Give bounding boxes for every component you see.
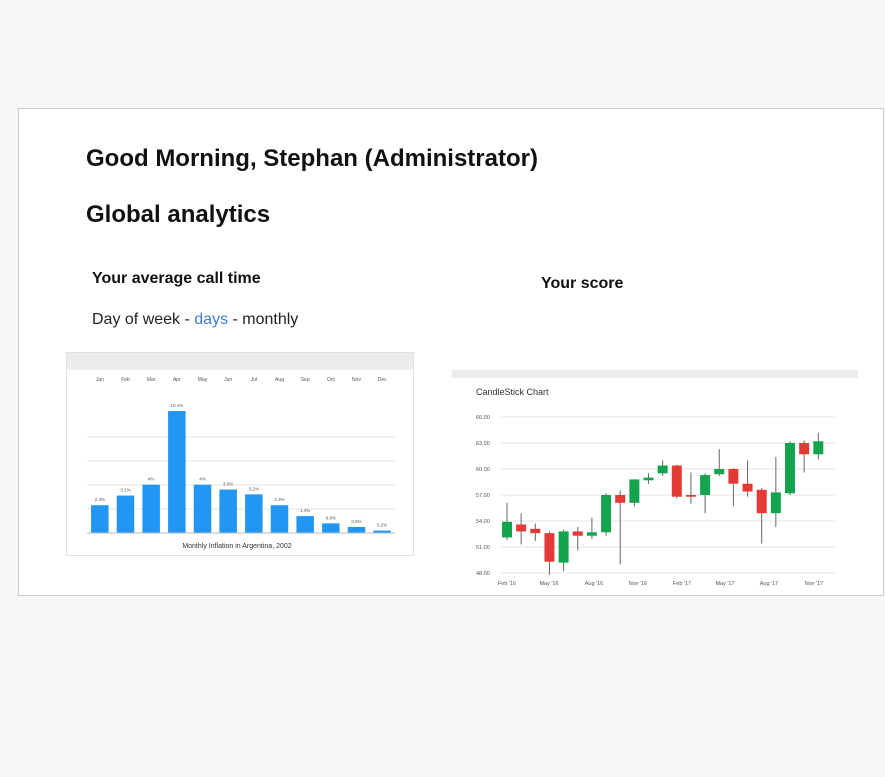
bar-category-label: Feb <box>121 377 130 383</box>
period-filters: Day of week - days - monthly <box>92 311 298 329</box>
candle-body <box>558 531 569 563</box>
greeting-heading: Good Morning, Stephan (Administrator) <box>86 145 538 172</box>
call-time-title: Your average call time <box>92 270 261 287</box>
candle-ytick-label: 54.00 <box>476 519 490 525</box>
candle-body <box>657 465 668 474</box>
bar-category-label: Jun <box>224 377 232 383</box>
candle-body <box>700 475 711 495</box>
filter-separator: - <box>228 311 243 328</box>
bar-category-label: Apr <box>173 377 181 383</box>
bar-value-label: 4% <box>199 477 206 482</box>
candle-body <box>516 524 527 532</box>
bar-category-label: Sep <box>301 377 310 383</box>
candle-ytick-label: 57.00 <box>476 493 490 499</box>
bar-value-label: 3.6% <box>223 482 233 487</box>
bar-chart-svg: Jan 2.3% Feb 3.1% Mar 4% Apr 10.1% May 4% Jun 3.6% J… <box>87 377 395 550</box>
filter-days-link[interactable]: days <box>194 311 228 328</box>
candle-body <box>586 532 597 536</box>
bar-category-label: Oct <box>327 377 335 383</box>
bar <box>91 505 109 533</box>
bar <box>270 505 289 533</box>
dashboard-card: Good Morning, Stephan (Administrator) Gl… <box>18 108 884 596</box>
candle-body <box>685 495 696 497</box>
bar-value-label: 0.2% <box>377 523 387 528</box>
bar-category-label: Nov <box>352 377 361 383</box>
bar <box>116 495 135 533</box>
candle-body <box>785 443 795 494</box>
bar-value-label: 2.3% <box>95 497 105 502</box>
bar <box>296 516 314 533</box>
candle-body <box>544 533 555 562</box>
candle-ytick-label: 60.00 <box>476 467 490 473</box>
candle-body <box>714 469 725 475</box>
bar-value-label: 10.1% <box>170 403 183 408</box>
candle-xtick-label: Feb '17 <box>673 581 691 587</box>
candle-body <box>601 495 612 533</box>
bar-category-label: Mar <box>147 377 156 383</box>
candle-body <box>502 521 512 538</box>
candle-ytick-label: 51.00 <box>476 545 490 551</box>
candle-body <box>799 443 810 455</box>
bar-value-label: 1.4% <box>300 508 310 513</box>
bar-category-label: Dec <box>378 377 387 383</box>
candle-body <box>728 469 739 484</box>
bar-category-label: Jul <box>251 377 257 383</box>
bar-value-label: 0.8% <box>326 515 336 520</box>
filter-day-of-week[interactable]: Day of week - <box>92 311 194 328</box>
candle-body <box>742 483 753 492</box>
candlestick-chart-svg: CandleStick Chart 66.00 63.00 60.00 57.00 54.… <box>476 387 836 587</box>
candle-xtick-label: Feb '16 <box>498 581 516 587</box>
candle-body <box>643 477 654 481</box>
bar-chart-title: Monthly Inflation in Argentina, 2002 <box>182 543 291 550</box>
bar <box>347 526 366 533</box>
candle-xtick-label: Aug '16 <box>585 581 603 587</box>
candle-ytick-label: 66.00 <box>476 415 490 421</box>
score-title: Your score <box>541 275 624 292</box>
bar-category-label: Aug <box>275 377 284 383</box>
candle-body <box>756 489 767 514</box>
bar <box>245 494 263 533</box>
candle-body <box>615 495 626 503</box>
bar <box>322 523 340 533</box>
bar <box>168 411 186 533</box>
candle-body <box>530 528 541 534</box>
filter-monthly[interactable]: monthly <box>242 311 298 328</box>
candle-xtick-label: Nov '16 <box>629 581 647 587</box>
candle-body <box>572 531 583 536</box>
bar-value-label: 4% <box>148 477 155 482</box>
candle-chart-title: CandleStick Chart <box>476 387 549 397</box>
score-candlestick-chart: CandleStick Chart 66.00 63.00 60.00 57.00 54.… <box>452 370 858 588</box>
candle-body <box>770 492 781 514</box>
candle-body <box>813 441 824 455</box>
bar-value-label: 3.1% <box>120 488 130 493</box>
bar-value-label: 3.2% <box>249 486 259 491</box>
candle-xtick-label: Aug '17 <box>760 581 778 587</box>
candle-ytick-label: 63.00 <box>476 441 490 447</box>
bar <box>193 484 212 533</box>
candle-body <box>629 479 640 503</box>
section-title: Global analytics <box>86 201 271 228</box>
bar-category-label: Jan <box>96 377 104 383</box>
candle-body <box>671 465 682 497</box>
bar <box>142 484 160 533</box>
candle-xtick-label: May '16 <box>539 581 558 587</box>
candle-xtick-label: Nov '17 <box>805 581 823 587</box>
candle-ytick-label: 48.00 <box>476 571 490 577</box>
candle-xtick-label: May '17 <box>715 581 734 587</box>
bar-value-label: 0.5% <box>351 519 361 524</box>
inflation-bar-chart: Jan 2.3% Feb 3.1% Mar 4% Apr 10.1% May 4% Jun 3.6% J… <box>66 352 414 556</box>
bar-category-label: May <box>198 377 208 383</box>
bar-value-label: 2.3% <box>274 497 284 502</box>
bar <box>219 489 237 533</box>
